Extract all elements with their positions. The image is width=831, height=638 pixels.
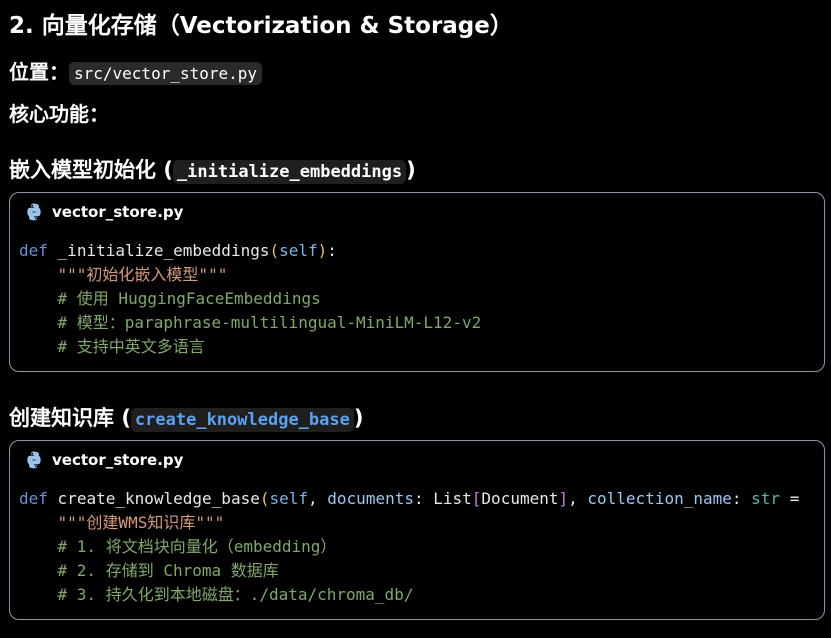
location-path: src/vector_store.py bbox=[69, 62, 263, 85]
subsection-heading-knowledge-base: 创建知识库 (create_knowledge_base) bbox=[9, 406, 364, 432]
python-icon bbox=[27, 203, 41, 221]
subsection-title: 嵌入模型初始化 bbox=[9, 158, 156, 182]
code-content: def _initialize_embeddings(self): """初始化… bbox=[19, 241, 482, 356]
location-label: 位置： bbox=[9, 60, 69, 84]
code-block-embeddings: vector_store.py def _initialize_embeddin… bbox=[9, 192, 825, 372]
code-block-header: vector_store.py bbox=[10, 193, 824, 231]
code-block-filename: vector_store.py bbox=[52, 203, 184, 221]
subsection-heading-embeddings: 嵌入模型初始化 (_initialize_embeddings) bbox=[9, 158, 416, 184]
function-name-chip: create_knowledge_base bbox=[130, 408, 354, 432]
code-block-header: vector_store.py bbox=[10, 441, 824, 479]
code-block-filename: vector_store.py bbox=[52, 451, 184, 469]
code-content: def create_knowledge_base(self, document… bbox=[19, 489, 800, 604]
location-line: 位置： src/vector_store.py bbox=[9, 57, 263, 89]
core-features-label: 核心功能： bbox=[9, 102, 109, 126]
subsection-title: 创建知识库 bbox=[9, 406, 114, 430]
function-name-chip: _initialize_embeddings bbox=[172, 160, 407, 184]
python-icon bbox=[27, 451, 41, 469]
section-heading: 2. 向量化存储（Vectorization & Storage） bbox=[9, 13, 513, 39]
code-block-knowledge-base: vector_store.py def create_knowledge_bas… bbox=[9, 440, 825, 620]
